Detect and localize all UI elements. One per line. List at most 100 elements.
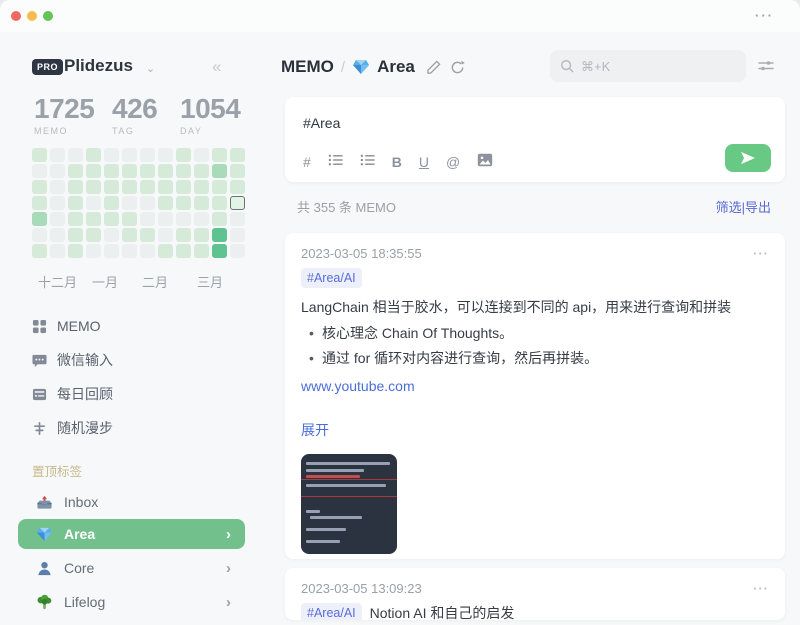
- heatmap-cell: [212, 212, 227, 226]
- person-icon: [36, 560, 53, 577]
- chevron-right-icon: ›: [226, 594, 231, 611]
- heatmap-cell: [212, 228, 227, 242]
- heatmap-cell: [32, 148, 47, 162]
- heatmap-cell: [68, 228, 83, 242]
- sidebar-item-random-walk[interactable]: 随机漫步: [32, 418, 113, 438]
- composer-input[interactable]: #Area: [303, 115, 767, 135]
- random-walk-icon: [32, 421, 47, 436]
- hashtag-tool-icon[interactable]: #: [303, 154, 311, 170]
- heatmap-cell: [158, 196, 173, 210]
- heatmap-cell: [212, 164, 227, 178]
- heatmap-cell: [176, 244, 191, 258]
- memo-timestamp: 2023-03-05 13:09:23: [301, 581, 422, 596]
- search-input[interactable]: [581, 59, 701, 74]
- heatmap-cell: [158, 244, 173, 258]
- heatmap-cell: [140, 244, 155, 258]
- gem-icon: [36, 526, 53, 543]
- heatmap-cell: [86, 148, 101, 162]
- stat-memo-value: 1725: [34, 94, 94, 124]
- grid-icon: [32, 319, 47, 334]
- memo-tag-chip[interactable]: #Area/AI: [301, 268, 362, 288]
- heatmap-cell: [32, 212, 47, 226]
- heatmap-cell: [212, 180, 227, 194]
- sidebar-item-wechat-input[interactable]: 微信输入: [32, 350, 113, 370]
- refresh-icon[interactable]: [450, 60, 465, 75]
- sidebar-tag-area[interactable]: Area ›: [18, 519, 245, 549]
- heatmap-cell: [140, 148, 155, 162]
- heatmap-cell: [194, 180, 209, 194]
- edit-pencil-icon[interactable]: [426, 60, 441, 75]
- heatmap-cell: [212, 196, 227, 210]
- month-label: 二月: [142, 272, 168, 291]
- app-window: ··· PRO Plidezus ⌄ « 1725 MEMO 426 TAG 1…: [0, 0, 800, 625]
- search-icon: [560, 59, 574, 73]
- heatmap-cell: [104, 164, 119, 178]
- sidebar-item-memo[interactable]: MEMO: [32, 316, 101, 336]
- send-button[interactable]: [725, 144, 771, 172]
- sidebar-tag-lifelog[interactable]: Lifelog ›: [18, 587, 245, 617]
- collapse-sidebar-icon[interactable]: «: [212, 57, 221, 77]
- stat-day: 1054 DAY: [180, 94, 240, 136]
- filter-link[interactable]: 筛选: [716, 200, 742, 215]
- username[interactable]: Plidezus: [64, 56, 133, 76]
- heatmap-cell: [86, 212, 101, 226]
- underline-tool-icon[interactable]: U: [419, 154, 429, 170]
- bold-tool-icon[interactable]: B: [392, 154, 402, 170]
- stat-tag: 426 TAG: [112, 94, 157, 136]
- window-more-icon[interactable]: ···: [755, 8, 774, 23]
- sidebar-item-daily-review[interactable]: 每日回顾: [32, 384, 113, 404]
- breadcrumb-tag-name: Area: [377, 57, 415, 77]
- breadcrumb: MEMO / Area: [281, 57, 465, 77]
- heatmap-cell: [68, 212, 83, 226]
- ordered-list-tool-icon[interactable]: [360, 153, 375, 170]
- heatmap-cell: [140, 212, 155, 226]
- pinned-tags-header: 置顶标签: [32, 461, 82, 480]
- memo-text: Notion AI 和自己的启发: [370, 603, 515, 620]
- heatmap-cell: [176, 164, 191, 178]
- chevron-down-icon[interactable]: ⌄: [146, 62, 155, 75]
- sidebar-tag-inbox[interactable]: Inbox: [18, 487, 245, 517]
- mention-tool-icon[interactable]: @: [446, 154, 460, 170]
- heatmap-cell: [158, 164, 173, 178]
- heatmap-cell: [32, 164, 47, 178]
- memo-attachment-image[interactable]: [301, 454, 397, 554]
- stat-memo-label: MEMO: [34, 126, 94, 136]
- heatmap-cell: [32, 180, 47, 194]
- heatmap-cell: [86, 228, 101, 242]
- gem-icon: [352, 58, 370, 76]
- heatmap-cell: [32, 196, 47, 210]
- memo-more-icon[interactable]: ···: [753, 581, 769, 596]
- memo-link[interactable]: www.youtube.com: [301, 378, 769, 394]
- month-label: 三月: [197, 272, 223, 291]
- memo-card: 2023-03-05 13:09:23 ··· #Area/AI Notion …: [285, 568, 785, 620]
- minimize-window-button[interactable]: [27, 11, 37, 21]
- heatmap-cell: [50, 196, 65, 210]
- memo-bullet-item: 通过 for 循环对内容进行查询，然后再拼装。: [301, 346, 769, 371]
- memo-tag-chip[interactable]: #Area/AI: [301, 603, 362, 620]
- heatmap-cell: [122, 148, 137, 162]
- heatmap-cell: [230, 212, 245, 226]
- heatmap-cell: [140, 164, 155, 178]
- heatmap-cell: [176, 180, 191, 194]
- memo-composer: #Area # B U @: [285, 97, 785, 182]
- breadcrumb-separator: /: [341, 59, 345, 76]
- broccoli-icon: [36, 594, 53, 611]
- close-window-button[interactable]: [11, 11, 21, 21]
- heatmap-cell: [176, 148, 191, 162]
- bullet-list-tool-icon[interactable]: [328, 153, 343, 170]
- memo-timestamp: 2023-03-05 18:35:55: [301, 246, 422, 261]
- sidebar-tag-core[interactable]: Core ›: [18, 553, 245, 583]
- zoom-window-button[interactable]: [43, 11, 53, 21]
- filter-sliders-icon[interactable]: [757, 57, 775, 80]
- breadcrumb-root[interactable]: MEMO: [281, 57, 334, 77]
- heatmap-cell: [176, 228, 191, 242]
- image-tool-icon[interactable]: [477, 153, 493, 170]
- heatmap-cell: [230, 196, 245, 210]
- search-box[interactable]: [550, 50, 746, 82]
- memo-more-icon[interactable]: ···: [753, 246, 769, 261]
- heatmap-cell: [86, 196, 101, 210]
- export-link[interactable]: 导出: [745, 200, 771, 215]
- heatmap-cell: [32, 228, 47, 242]
- expand-link[interactable]: 展开: [301, 420, 329, 440]
- memo-count: 共 355 条 MEMO: [297, 197, 396, 216]
